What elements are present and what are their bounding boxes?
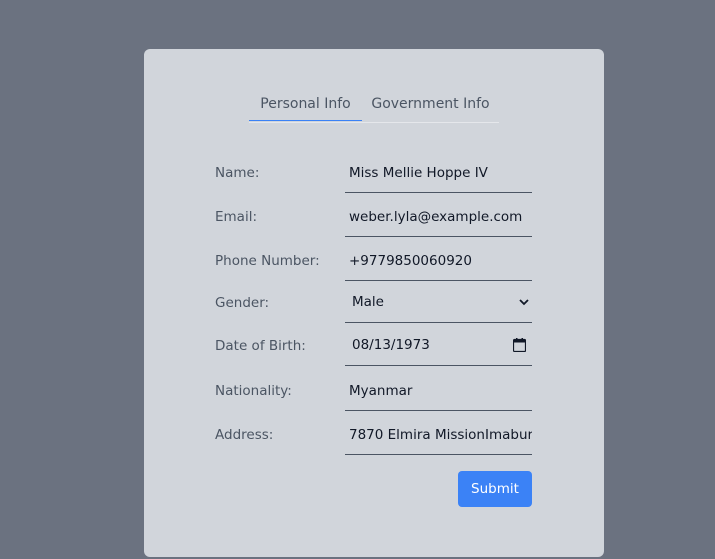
dob-value: 08/13/1973 <box>352 337 430 353</box>
gender-label: Gender: <box>215 295 270 311</box>
tab-bar: Personal Info Government Info <box>249 87 499 123</box>
tab-government-info[interactable]: Government Info <box>362 87 499 121</box>
form-row-nationality: Nationality: <box>215 371 532 411</box>
email-label: Email: <box>215 209 258 225</box>
nationality-field-wrap <box>345 371 532 411</box>
dob-label: Date of Birth: <box>215 338 306 354</box>
address-field-wrap <box>345 415 532 455</box>
personal-info-card: Personal Info Government Info Name: Emai… <box>144 49 604 557</box>
address-field[interactable] <box>345 415 532 454</box>
gender-select[interactable]: Male <box>345 283 532 323</box>
form-row-name: Name: <box>215 153 532 193</box>
phone-field-wrap <box>345 241 532 281</box>
tab-personal-info[interactable]: Personal Info <box>249 87 362 121</box>
nationality-field[interactable] <box>345 371 532 410</box>
form-row-gender: Gender: Male <box>215 283 532 323</box>
form-row-address: Address: <box>215 415 532 455</box>
dob-field[interactable]: 08/13/1973 <box>345 326 532 366</box>
chevron-down-icon <box>519 299 529 306</box>
name-label: Name: <box>215 165 260 181</box>
form-row-email: Email: <box>215 197 532 237</box>
form-row-dob: Date of Birth: 08/13/1973 <box>215 326 532 366</box>
calendar-icon[interactable] <box>513 338 526 352</box>
address-label: Address: <box>215 427 274 443</box>
form-row-phone: Phone Number: <box>215 241 532 281</box>
submit-button[interactable]: Submit <box>458 471 532 507</box>
gender-select-value: Male <box>352 294 384 310</box>
name-field-wrap <box>345 153 532 193</box>
email-field-wrap <box>345 197 532 237</box>
phone-label: Phone Number: <box>215 253 320 269</box>
phone-field[interactable] <box>345 241 532 280</box>
nationality-label: Nationality: <box>215 383 292 399</box>
name-field[interactable] <box>345 153 532 192</box>
email-field[interactable] <box>345 197 532 236</box>
